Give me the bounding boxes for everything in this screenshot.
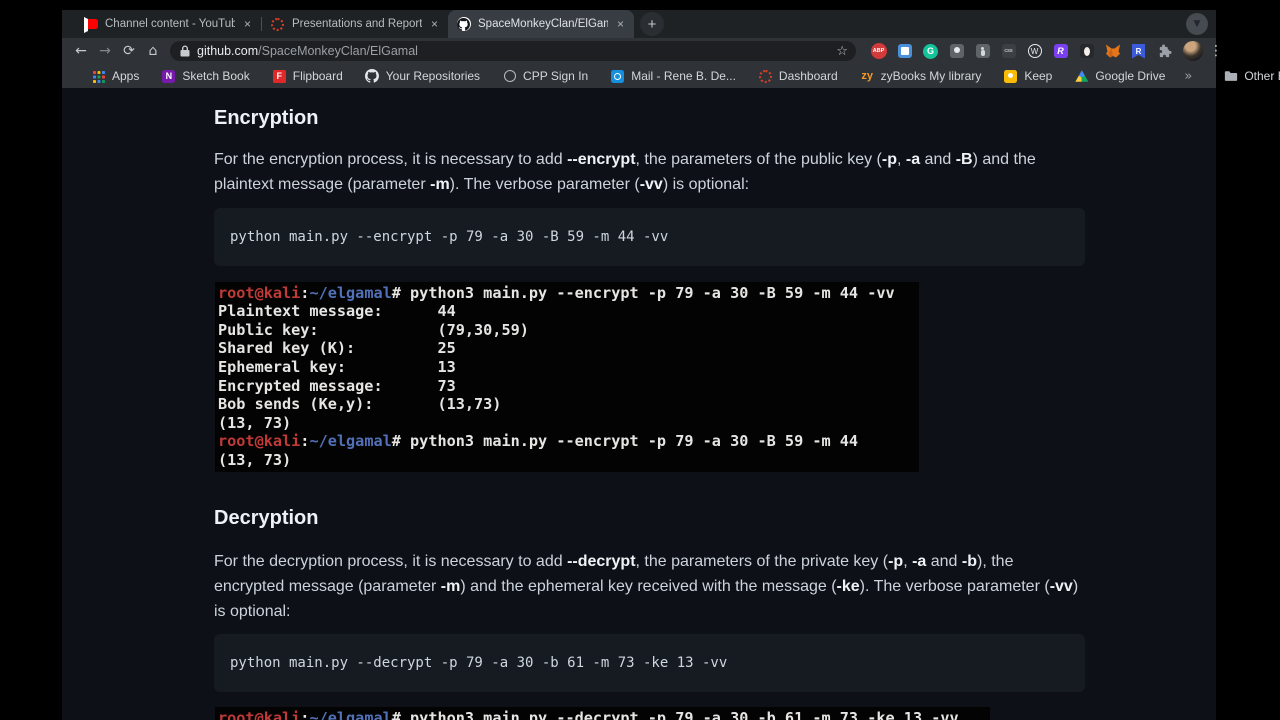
- terminal-line: Plaintext message: 44: [218, 302, 456, 321]
- bookmarks-bar: Apps N Sketch Book F Flipboard Your Reposi…: [62, 64, 1280, 88]
- terminal-line: root@kali:~/elgamal# python3 main.py --d…: [218, 709, 959, 720]
- decrypt-terminal-screenshot: root@kali:~/elgamal# python3 main.py --d…: [215, 707, 990, 720]
- apps-grid-icon: [91, 69, 106, 84]
- decryption-heading: Decryption: [214, 506, 319, 529]
- decryption-paragraph: For the decryption process, it is necess…: [214, 552, 1079, 621]
- profile-avatar[interactable]: [1183, 41, 1203, 61]
- tab-strip: Channel content - YouTube Stu × Presenta…: [62, 10, 1216, 38]
- flag-bold: -m: [430, 176, 450, 194]
- circle-icon: [502, 69, 517, 84]
- github-icon: [365, 69, 380, 84]
- forward-button[interactable]: →: [94, 40, 116, 62]
- lightbulb-icon[interactable]: [948, 43, 965, 60]
- flag-bold: -p: [881, 151, 897, 168]
- bookmark-keep[interactable]: Keep: [992, 69, 1063, 84]
- desktop: Channel content - YouTube Stu × Presenta…: [0, 0, 1280, 720]
- bookmark-dashboard[interactable]: Dashboard: [747, 69, 849, 84]
- onenote-icon: N: [161, 69, 176, 84]
- folder-icon: [1223, 69, 1238, 84]
- keep-icon: [1003, 69, 1018, 84]
- home-button[interactable]: ⌂: [142, 40, 164, 62]
- flag-bold: -b: [961, 552, 978, 570]
- zybooks-icon: zy: [861, 70, 873, 82]
- terminal-line: Ephemeral key: 13: [218, 357, 456, 376]
- figure-icon[interactable]: [974, 43, 991, 60]
- terminal-line: Bob sends (Ke,y): (13,73): [218, 395, 502, 414]
- close-icon[interactable]: ×: [615, 17, 626, 31]
- encrypt-terminal-screenshot: root@kali:~/elgamal# python3 main.py --e…: [215, 281, 919, 472]
- dictionary-icon[interactable]: [896, 43, 913, 60]
- terminal-line: (13, 73): [218, 413, 292, 432]
- flag-bold: -vv: [639, 176, 663, 194]
- tab-presentations[interactable]: Presentations and Reports: CS ×: [262, 10, 448, 38]
- terminal-line: Encrypted message: 73: [218, 376, 456, 395]
- bookmark-star-icon[interactable]: ☆: [836, 44, 848, 59]
- bookmark-google-drive[interactable]: Google Drive: [1063, 69, 1176, 84]
- bookmark-sketch-book[interactable]: N Sketch Book: [150, 69, 260, 84]
- other-bookmarks-button[interactable]: Other Bookmarks: [1212, 69, 1280, 84]
- browser-toolbar: ← → ⟳ ⌂ github.com/SpaceMonkeyClan/ElGam…: [62, 38, 1223, 64]
- tab-title: Channel content - YouTube Stu: [105, 18, 235, 30]
- flag-bold: -p: [888, 552, 904, 570]
- youtube-icon: [83, 17, 98, 33]
- browser-menu-icon[interactable]: ⋮: [1205, 40, 1227, 62]
- tab-youtube-studio[interactable]: Channel content - YouTube Stu ×: [75, 10, 261, 38]
- github-readme-page: Encryption For the encryption process, i…: [62, 88, 1216, 720]
- readme-content: Encryption For the encryption process, i…: [214, 88, 1085, 720]
- bookmarks-overflow-chevron[interactable]: »: [1176, 69, 1200, 84]
- back-button[interactable]: ←: [70, 40, 92, 62]
- shield-extension-icon[interactable]: R: [1130, 43, 1147, 60]
- terminal-line: root@kali:~/elgamal# python3 main.py --e…: [218, 432, 859, 451]
- close-icon[interactable]: ×: [242, 17, 253, 31]
- flag-bold: -a: [905, 151, 921, 168]
- encrypt-code-block[interactable]: python main.py --encrypt -p 79 -a 30 -B …: [214, 207, 1085, 266]
- metamask-icon[interactable]: [1104, 43, 1121, 60]
- terminal-line: Public key: (79,30,59): [218, 320, 529, 339]
- outlook-icon: [610, 69, 625, 84]
- address-bar[interactable]: github.com/SpaceMonkeyClan/ElGamal ☆: [170, 41, 856, 61]
- flag-bold: -ke: [836, 577, 860, 595]
- flag-bold: --encrypt: [567, 151, 636, 168]
- wikipedia-icon[interactable]: W: [1026, 43, 1043, 60]
- url-text: github.com/SpaceMonkeyClan/ElGamal: [197, 44, 418, 58]
- google-drive-icon: [1074, 69, 1089, 84]
- new-tab-button[interactable]: +: [640, 12, 664, 36]
- lock-icon: [180, 45, 190, 57]
- browser-window: Channel content - YouTube Stu × Presenta…: [62, 10, 1280, 720]
- encryption-heading: Encryption: [214, 107, 319, 129]
- puzzle-extensions-icon[interactable]: [1156, 43, 1173, 60]
- tab-title: Presentations and Reports: CS: [292, 18, 422, 30]
- flag-bold: -vv: [1049, 577, 1073, 595]
- bookmark-your-repositories[interactable]: Your Repositories: [354, 69, 491, 84]
- bookmark-apps[interactable]: Apps: [80, 69, 150, 84]
- terminal-line: root@kali:~/elgamal# python3 main.py --e…: [218, 283, 895, 302]
- adblock-icon[interactable]: ABP: [870, 43, 887, 60]
- bookmark-flipboard[interactable]: F Flipboard: [261, 69, 354, 84]
- bookmark-mail[interactable]: Mail - Rene B. De...: [599, 69, 747, 84]
- flag-bold: --decrypt: [567, 552, 636, 570]
- flag-bold: -m: [440, 577, 461, 595]
- decrypt-code-block[interactable]: python main.py --decrypt -p 79 -a 30 -b …: [214, 634, 1085, 693]
- extensions-row: ABP G css W R R: [870, 43, 1173, 60]
- tab-elgamal-repo[interactable]: SpaceMonkeyClan/ElGamal: El ×: [448, 10, 634, 38]
- terminal-line: (13, 73): [218, 450, 292, 469]
- flipboard-icon: F: [272, 69, 287, 84]
- canvas-icon: [270, 17, 285, 32]
- chevron-down-icon[interactable]: ▼: [1186, 13, 1208, 35]
- reload-button[interactable]: ⟳: [118, 40, 140, 62]
- bookmark-zybooks[interactable]: zy zyBooks My library: [849, 69, 993, 84]
- close-icon[interactable]: ×: [429, 17, 440, 31]
- terminal-line: Shared key (K): 25: [218, 339, 456, 358]
- encryption-paragraph: For the encryption process, it is necess…: [214, 151, 1036, 194]
- canvas-icon: [758, 69, 773, 84]
- egg-icon[interactable]: [1078, 43, 1095, 60]
- github-icon: [456, 17, 471, 32]
- flag-bold: -a: [912, 552, 927, 570]
- r-script-icon[interactable]: R: [1052, 43, 1069, 60]
- tab-title: SpaceMonkeyClan/ElGamal: El: [478, 18, 608, 30]
- flag-bold: -B: [955, 151, 973, 168]
- grammarly-icon[interactable]: G: [922, 43, 939, 60]
- bookmark-cpp-sign-in[interactable]: CPP Sign In: [491, 69, 599, 84]
- css-extension-icon[interactable]: css: [1000, 43, 1017, 60]
